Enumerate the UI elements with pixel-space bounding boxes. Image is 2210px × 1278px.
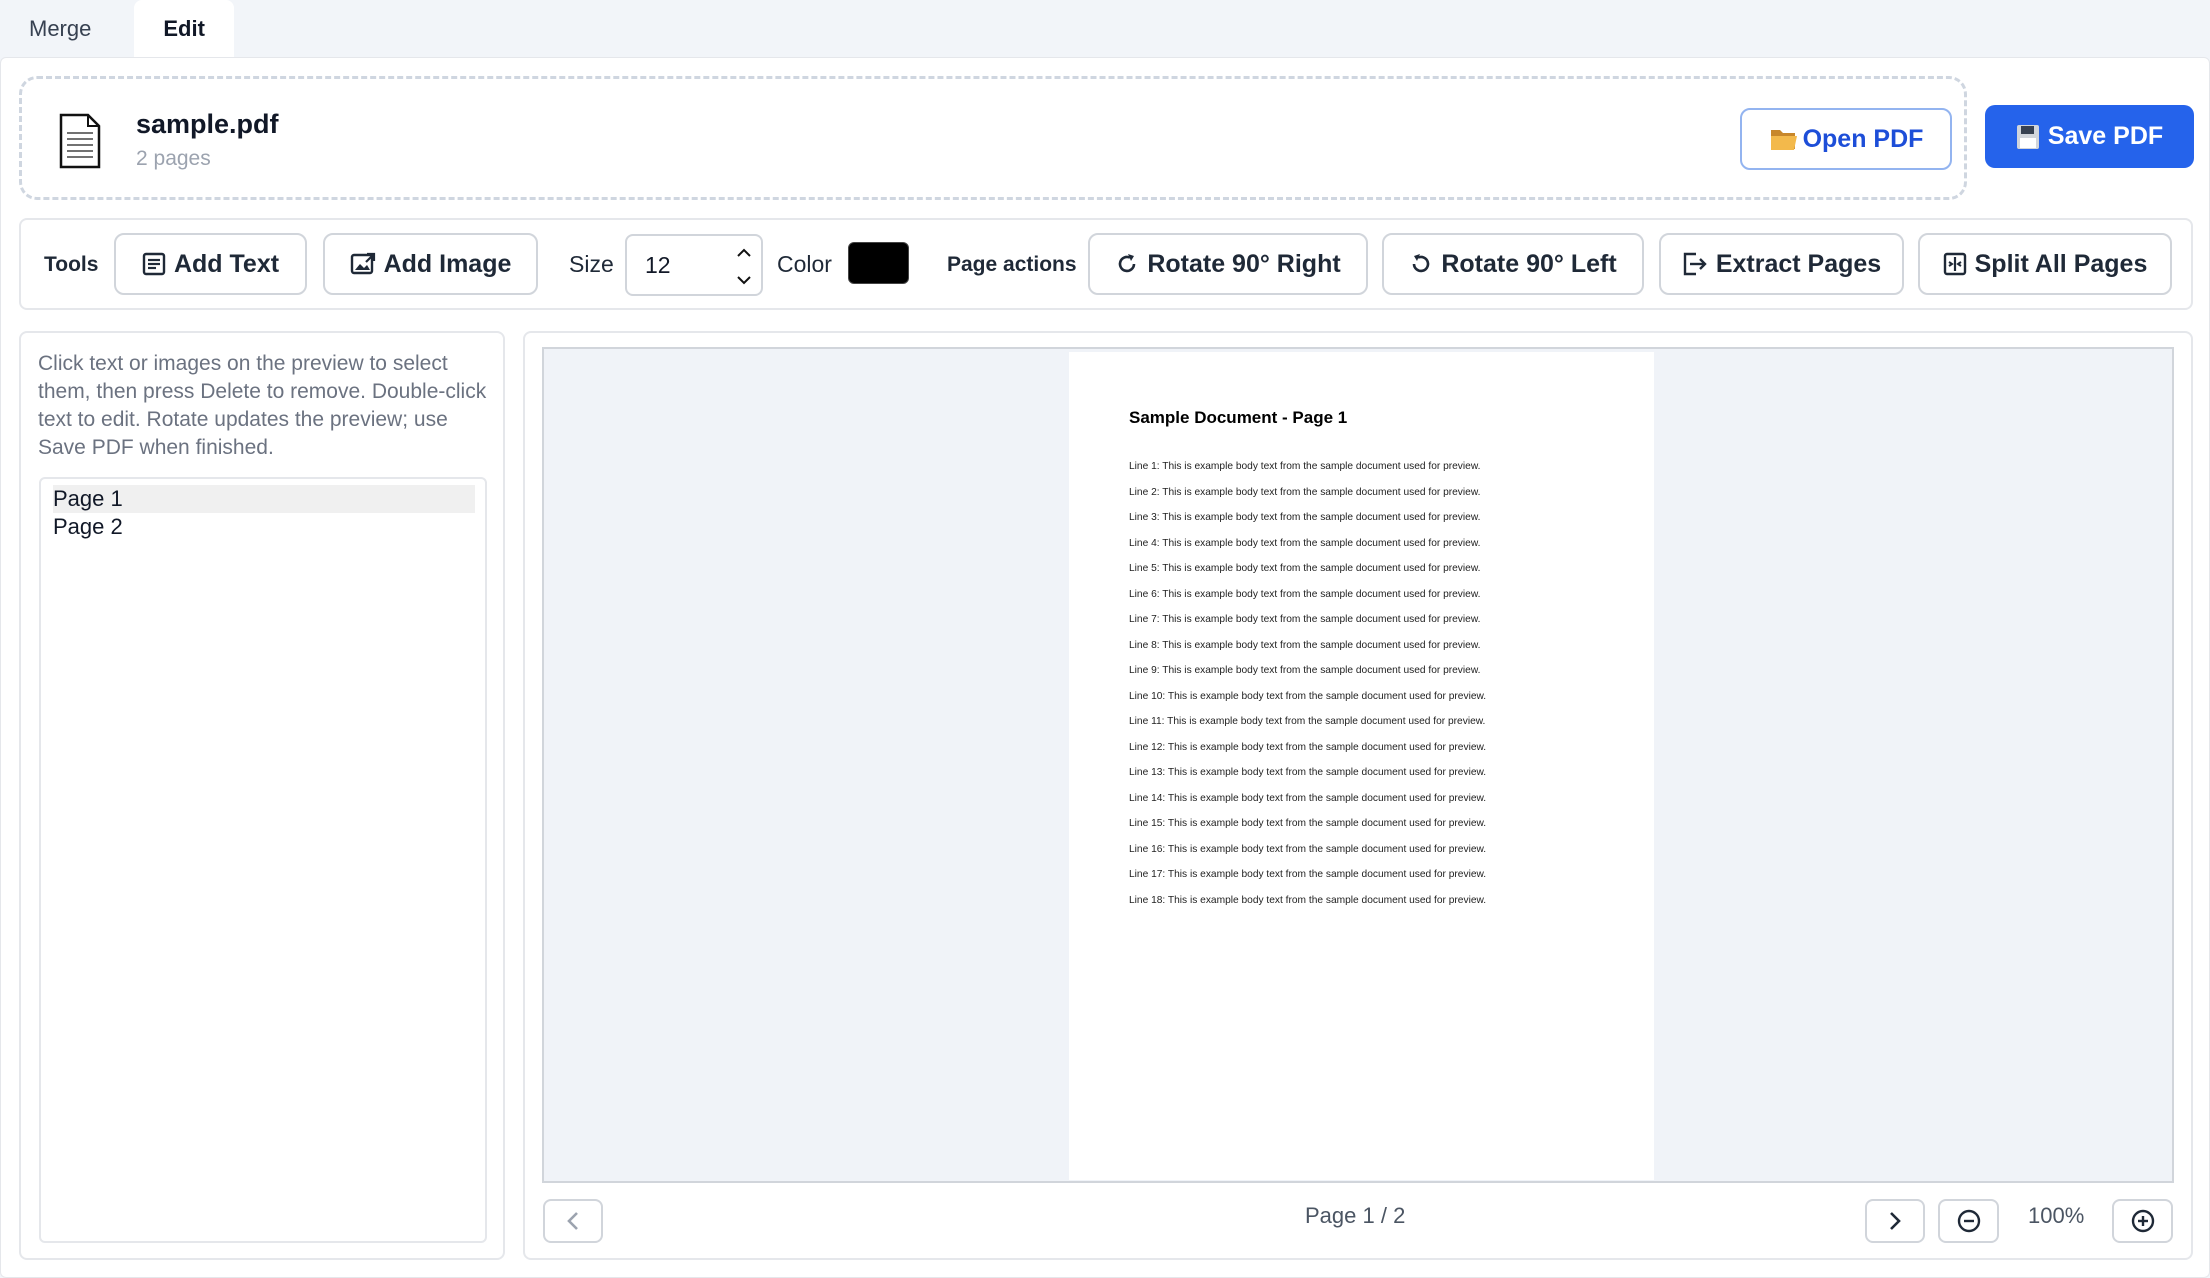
open-pdf-label: Open PDF xyxy=(1802,124,1924,153)
prev-page-button[interactable] xyxy=(543,1199,603,1243)
text-doc-icon xyxy=(142,252,166,276)
split-all-pages-button[interactable]: Split All Pages xyxy=(1918,233,2172,295)
zoom-in-button[interactable] xyxy=(2112,1199,2173,1243)
doc-text-line[interactable]: Line 17: This is example body text from … xyxy=(1129,869,1486,880)
doc-text-line[interactable]: Line 18: This is example body text from … xyxy=(1129,895,1486,906)
size-label: Size xyxy=(569,251,614,277)
doc-text-line[interactable]: Line 2: This is example body text from t… xyxy=(1129,487,1480,498)
doc-text-line[interactable]: Line 3: This is example body text from t… xyxy=(1129,512,1480,523)
doc-text-line[interactable]: Line 4: This is example body text from t… xyxy=(1129,538,1480,549)
page-indicator: Page 1 / 2 xyxy=(1305,1203,1406,1228)
file-dropzone[interactable]: sample.pdf 2 pages Open PDF xyxy=(19,76,1967,200)
next-page-button[interactable] xyxy=(1865,1199,1925,1243)
preview-panel: Sample Document - Page 1 Line 1: This is… xyxy=(523,331,2193,1260)
doc-text-line[interactable]: Line 14: This is example body text from … xyxy=(1129,793,1486,804)
add-text-label: Add Text xyxy=(173,249,280,278)
chevron-up-icon[interactable] xyxy=(733,239,755,265)
zoom-out-button[interactable] xyxy=(1938,1199,1999,1243)
extract-icon xyxy=(1683,252,1707,276)
pdf-page[interactable]: Sample Document - Page 1 Line 1: This is… xyxy=(1069,352,1654,1180)
rotate-counterclockwise-icon xyxy=(1413,254,1430,273)
pages-sidebar: Click text or images on the preview to s… xyxy=(19,331,505,1260)
add-image-button[interactable]: Add Image xyxy=(323,233,538,295)
doc-text-line[interactable]: Line 7: This is example body text from t… xyxy=(1129,614,1480,625)
add-image-label: Add Image xyxy=(383,249,512,278)
doc-text-line[interactable]: Line 6: This is example body text from t… xyxy=(1129,589,1480,600)
page-list-item[interactable]: Page 1 xyxy=(53,485,475,513)
doc-text-line[interactable]: Line 1: This is example body text from t… xyxy=(1129,461,1480,472)
folder-icon xyxy=(1770,130,1797,150)
doc-text-line[interactable]: Line 11: This is example body text from … xyxy=(1129,716,1485,727)
save-pdf-button[interactable]: Save PDF xyxy=(1985,105,2194,168)
floppy-disk-icon xyxy=(2016,124,2039,149)
doc-text-line[interactable]: Line 16: This is example body text from … xyxy=(1129,844,1486,855)
mode-tabs: Merge Edit xyxy=(0,0,234,57)
instructions-text: Click text or images on the preview to s… xyxy=(38,352,487,459)
editor-panel: sample.pdf 2 pages Open PDF Save PDF Too… xyxy=(0,57,2210,1278)
doc-title[interactable]: Sample Document - Page 1 xyxy=(1129,408,1347,428)
rotate-right-label: Rotate 90° Right xyxy=(1147,249,1341,278)
doc-text-line[interactable]: Line 8: This is example body text from t… xyxy=(1129,640,1480,651)
zoom-level: 100% xyxy=(2028,1203,2085,1228)
save-pdf-label: Save PDF xyxy=(2047,122,2164,150)
color-picker[interactable] xyxy=(848,242,909,284)
color-label: Color xyxy=(777,251,832,277)
zoom-in-icon xyxy=(2131,1209,2154,1233)
file-name: sample.pdf xyxy=(136,109,279,139)
rotate-right-button[interactable]: Rotate 90° Right xyxy=(1088,233,1368,295)
rotate-left-button[interactable]: Rotate 90° Left xyxy=(1382,233,1644,295)
document-icon xyxy=(59,113,101,169)
doc-text-line[interactable]: Line 15: This is example body text from … xyxy=(1129,818,1486,829)
edit-toolbar: Tools Add Text Add Image Size 12 Color P… xyxy=(19,218,2193,310)
doc-text-line[interactable]: Line 13: This is example body text from … xyxy=(1129,767,1486,778)
chevron-left-icon xyxy=(567,1212,578,1230)
zoom-out-icon xyxy=(1957,1209,1980,1233)
split-icon xyxy=(1943,252,1966,276)
image-icon xyxy=(350,252,375,275)
preview-canvas[interactable]: Sample Document - Page 1 Line 1: This is… xyxy=(542,347,2174,1183)
open-pdf-button[interactable]: Open PDF xyxy=(1740,108,1952,170)
doc-text-line[interactable]: Line 5: This is example body text from t… xyxy=(1129,563,1480,574)
add-text-button[interactable]: Add Text xyxy=(114,233,307,295)
page-list[interactable]: Page 1 Page 2 xyxy=(39,477,487,1243)
doc-text-line[interactable]: Line 10: This is example body text from … xyxy=(1129,691,1486,702)
tools-label: Tools xyxy=(44,253,99,276)
tab-merge[interactable]: Merge xyxy=(0,0,120,57)
rotate-left-label: Rotate 90° Left xyxy=(1441,249,1617,278)
extract-pages-button[interactable]: Extract Pages xyxy=(1659,233,1904,295)
page-actions-label: Page actions xyxy=(947,253,1077,276)
font-size-input[interactable] xyxy=(643,248,723,282)
doc-text-line[interactable]: Line 12: This is example body text from … xyxy=(1129,742,1486,753)
chevron-down-icon[interactable] xyxy=(733,267,755,293)
rotate-clockwise-icon xyxy=(1119,254,1136,273)
file-page-count: 2 pages xyxy=(136,147,211,170)
extract-pages-label: Extract Pages xyxy=(1715,249,1882,278)
page-list-item[interactable]: Page 2 xyxy=(53,513,475,541)
font-size-stepper[interactable] xyxy=(625,234,763,296)
chevron-right-icon xyxy=(1890,1212,1901,1230)
tab-edit[interactable]: Edit xyxy=(134,0,234,57)
split-all-pages-label: Split All Pages xyxy=(1974,249,2148,278)
doc-text-line[interactable]: Line 9: This is example body text from t… xyxy=(1129,665,1480,676)
